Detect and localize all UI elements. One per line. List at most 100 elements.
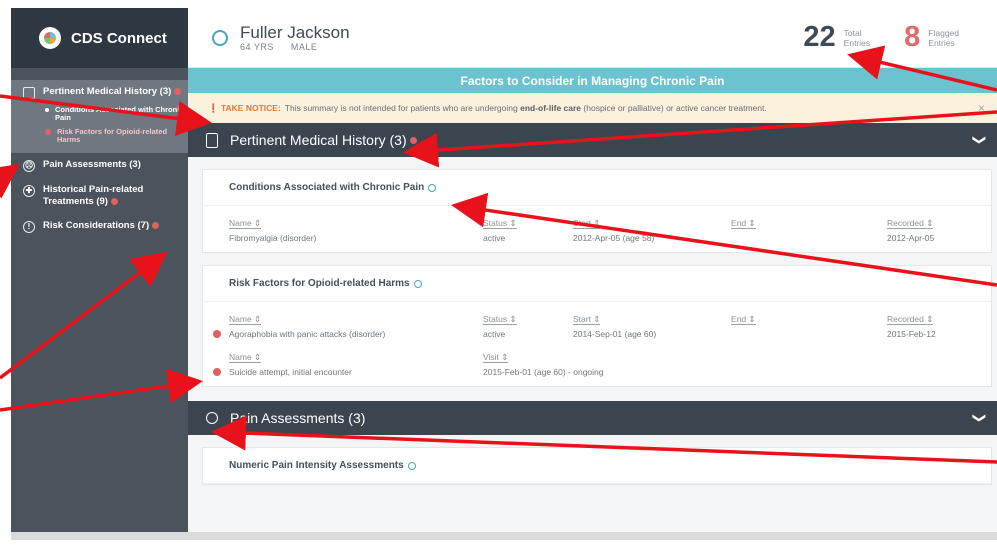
sidebar-item-risk-considerations[interactable]: ! Risk Considerations (7) (11, 214, 188, 239)
sidebar-subitem-label: Conditions Associated with Chronic Pain (55, 105, 184, 122)
cell-name: Suicide attempt, initial encounter (229, 367, 352, 377)
sidebar-subitem-label: Risk Factors for Opioid-related Harms (57, 127, 168, 144)
pain-intensity-card: Numeric Pain Intensity Assessments (202, 447, 992, 485)
column-header-name[interactable]: Name ⇕ (203, 217, 483, 229)
exclamation-icon: ! (23, 221, 35, 233)
frown-face-icon (206, 412, 218, 424)
column-header-start[interactable]: Start ⇕ (573, 217, 731, 229)
brand-header[interactable]: CDS Connect (11, 8, 188, 68)
sidebar: CDS Connect Pertinent Medical History (3… (11, 8, 188, 540)
clipboard-icon (23, 87, 35, 99)
cell-start: 2014-Sep-01 (age 60) (573, 329, 657, 339)
app-name: CDS Connect (71, 29, 167, 47)
card-title: Numeric Pain Intensity Assessments (203, 448, 991, 484)
sidebar-sublist: Conditions Associated with Chronic Pain … (11, 103, 188, 153)
column-header-start[interactable]: Start ⇕ (573, 313, 731, 325)
notice-text-before: This summary is not intended for patient… (284, 103, 518, 113)
cell-name: Fibromyalgia (disorder) (229, 233, 317, 243)
patient-gender: MALE (290, 41, 318, 52)
summary-banner: Factors to Consider in Managing Chronic … (188, 68, 997, 93)
flag-icon (152, 221, 160, 229)
cell-status: active (483, 329, 506, 339)
flag-icon (45, 129, 51, 135)
notice-text-after: (hospice or palliative) or active cancer… (583, 103, 767, 113)
column-header-end[interactable]: End ⇕ (731, 217, 887, 229)
column-header-recorded[interactable]: Recorded ⇕ (887, 217, 967, 229)
flagged-entries: 8 Flagged Entries (904, 21, 959, 54)
total-entries-count: 22 (803, 21, 836, 53)
notice-label-text: TAKE NOTICE: (220, 102, 281, 113)
flag-icon (409, 136, 417, 144)
conditions-table: Name ⇕ Status ⇕ Start ⇕ End ⇕ Recorded ⇕… (203, 206, 991, 252)
entry-stats: 22 Total Entries 8 Flagged Entries (803, 21, 997, 54)
section-title: Pain Assessments (3) (230, 410, 366, 426)
table-row: Suicide attempt, initial encounter 2015-… (203, 364, 991, 380)
table-header-row: Name ⇕ Status ⇕ Start ⇕ End ⇕ Recorded ⇕ (203, 312, 991, 326)
cell-start: 2012-Apr-05 (age 58) (573, 233, 655, 243)
flagged-entries-count: 8 (904, 21, 921, 53)
patient-age: 64 YRS (240, 41, 274, 52)
sidebar-item-pain-assessments[interactable]: ☹ Pain Assessments (3) (11, 153, 188, 178)
info-icon[interactable] (413, 279, 422, 288)
notice-label: ❗ TAKE NOTICE: (208, 103, 281, 114)
section-title: Pertinent Medical History (3) (230, 132, 407, 148)
card-title-text: Risk Factors for Opioid-related Harms (229, 278, 410, 289)
warning-icon: ❗ (208, 102, 219, 113)
medication-icon: ✚ (23, 185, 35, 197)
card-title: Conditions Associated with Chronic Pain (203, 170, 991, 206)
column-header-recorded[interactable]: Recorded ⇕ (887, 313, 967, 325)
notice-text: This summary is not intended for patient… (285, 103, 767, 113)
chevron-down-icon[interactable]: ❯ (972, 413, 988, 424)
info-icon[interactable] (428, 183, 437, 192)
total-entries: 22 Total Entries (803, 21, 870, 54)
column-header-name[interactable]: Name ⇕ (203, 351, 483, 363)
flagged-entries-label: Flagged Entries (928, 28, 959, 48)
sidebar-item-label: Risk Considerations (7) (43, 220, 150, 231)
flag-icon (213, 330, 221, 338)
sidebar-item-pertinent-history[interactable]: Pertinent Medical History (3) (11, 80, 188, 105)
patient-info: Fuller Jackson 64 YRS MALE (240, 23, 350, 52)
stat-label-line: Entries (843, 37, 871, 48)
total-entries-label: Total Entries (844, 28, 870, 48)
table-header-row: Name ⇕ Status ⇕ Start ⇕ End ⇕ Recorded ⇕ (203, 216, 991, 230)
clipboard-icon (206, 132, 218, 148)
main-content: Fuller Jackson 64 YRS MALE 22 Total Entr… (188, 8, 997, 540)
cell-status: active (483, 233, 506, 243)
sidebar-subitem-risk-factors[interactable]: Risk Factors for Opioid-related Harms (45, 125, 188, 147)
stat-label-line: Total (843, 27, 862, 38)
chevron-down-icon[interactable]: ❯ (972, 135, 988, 146)
column-header-name[interactable]: Name ⇕ (203, 313, 483, 325)
table-header-row: Name ⇕ Visit ⇕ (203, 350, 991, 364)
close-icon[interactable]: × (978, 101, 985, 115)
status-bar (11, 532, 997, 540)
patient-header: Fuller Jackson 64 YRS MALE 22 Total Entr… (188, 8, 997, 68)
info-icon[interactable] (407, 461, 416, 470)
sidebar-item-label: Historical Pain-related Treatments (9) (43, 184, 144, 207)
risk-factors-card: Risk Factors for Opioid-related Harms Na… (202, 265, 992, 387)
sidebar-subitem-conditions[interactable]: Conditions Associated with Chronic Pain (45, 103, 188, 125)
card-title-text: Numeric Pain Intensity Assessments (229, 460, 404, 471)
column-header-visit[interactable]: Visit ⇕ (483, 351, 783, 363)
conditions-card: Conditions Associated with Chronic Pain … (202, 169, 992, 253)
sidebar-item-label: Pain Assessments (3) (43, 159, 141, 170)
section-header-pertinent-history[interactable]: Pertinent Medical History (3) ❯ (188, 123, 997, 157)
frown-face-icon: ☹ (23, 160, 35, 172)
app-frame: CDS Connect Pertinent Medical History (3… (11, 8, 997, 540)
take-notice-alert: ❗ TAKE NOTICE: This summary is not inten… (188, 93, 997, 123)
notice-emphasis: end-of-life care (520, 103, 582, 113)
card-title-text: Conditions Associated with Chronic Pain (229, 182, 425, 193)
column-header-status[interactable]: Status ⇕ (483, 217, 573, 229)
flag-icon (213, 368, 221, 376)
flag-icon (110, 197, 118, 205)
flag-icon (174, 87, 182, 95)
sidebar-item-pain-treatments[interactable]: ✚ Historical Pain-related Treatments (9) (11, 178, 188, 214)
stat-label-line: Flagged (928, 27, 959, 38)
user-icon (212, 29, 228, 46)
cell-recorded: 2012-Apr-05 (887, 233, 935, 243)
cell-visit: 2015-Feb-01 (age 60) - ongoing (483, 367, 604, 377)
column-header-status[interactable]: Status ⇕ (483, 313, 573, 325)
card-title: Risk Factors for Opioid-related Harms (203, 266, 991, 302)
patient-demographics: 64 YRS MALE (240, 42, 350, 52)
column-header-end[interactable]: End ⇕ (731, 313, 887, 325)
section-header-pain-assessments[interactable]: Pain Assessments (3) ❯ (188, 401, 997, 435)
